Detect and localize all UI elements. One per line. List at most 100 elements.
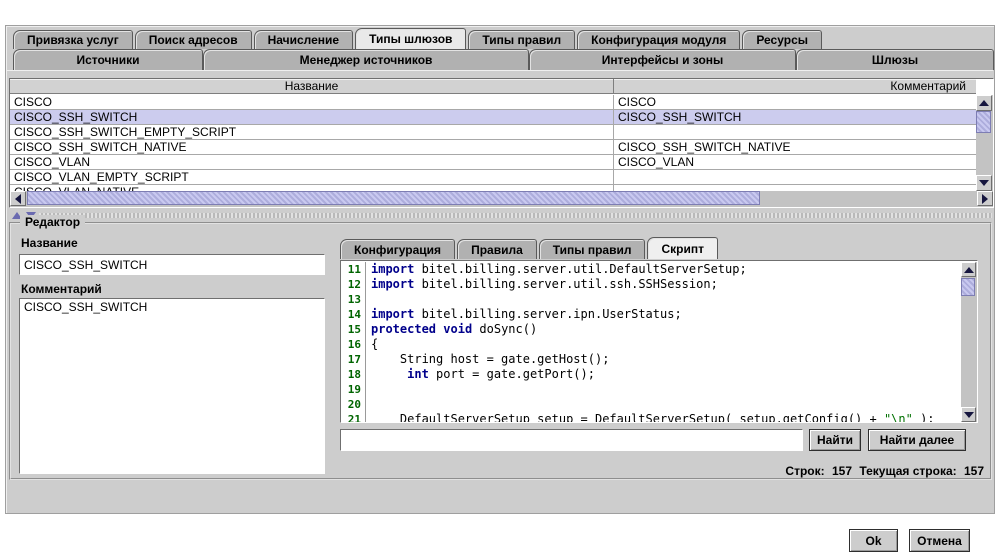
scroll-down-button[interactable] <box>976 175 992 191</box>
scroll-down-button[interactable] <box>961 407 976 422</box>
find-next-button[interactable]: Найти далее <box>868 429 966 451</box>
scroll-down-icon <box>979 180 989 186</box>
lines-count-value: 157 <box>832 464 852 478</box>
module-row1-tab-0[interactable]: Привязка услуг <box>13 30 133 49</box>
module-row2-tab-1[interactable]: Менеджер источников <box>203 49 529 70</box>
code-line-17: 17 String host = gate.getHost(); <box>341 352 960 367</box>
scroll-up-icon <box>979 100 989 106</box>
module-row2-tab-3[interactable]: Шлюзы <box>796 49 994 70</box>
split-pane-divider[interactable] <box>9 211 994 220</box>
scroll-up-button[interactable] <box>976 95 992 111</box>
line-number: 19 <box>341 382 366 397</box>
line-number: 15 <box>341 322 366 337</box>
module-row1-tab-2[interactable]: Начисление <box>254 30 354 49</box>
cell-comment: CISCO_SSH_SWITCH_NATIVE <box>614 140 976 154</box>
cell-name: CISCO_SSH_SWITCH_NATIVE <box>10 140 614 154</box>
line-number: 20 <box>341 397 366 412</box>
splitter-texture <box>39 213 992 218</box>
table-vertical-scrollbar[interactable] <box>976 95 993 191</box>
tab-content-area: Название Комментарий CISCOCISCOCISCO_SSH… <box>7 70 993 514</box>
cell-comment <box>614 125 976 139</box>
comment-textarea[interactable]: CISCO_SSH_SWITCH <box>19 298 325 474</box>
code-line-18: 18 int port = gate.getPort(); <box>341 367 960 382</box>
scrollbar-thumb[interactable] <box>961 278 975 296</box>
code-line-12: 12import bitel.billing.server.util.ssh.S… <box>341 277 960 292</box>
cell-comment <box>614 170 976 184</box>
cell-name: CISCO_VLAN_EMPTY_SCRIPT <box>10 170 614 184</box>
table-row-1[interactable]: CISCO_SSH_SWITCHCISCO_SSH_SWITCH <box>10 110 976 125</box>
lines-count-label: Строк: <box>785 464 824 478</box>
scrollbar-thumb[interactable] <box>27 191 760 205</box>
table-row-4[interactable]: CISCO_VLANCISCO_VLAN <box>10 155 976 170</box>
code-text: protected void doSync() <box>366 322 537 337</box>
module-row1-tab-4[interactable]: Типы правил <box>468 30 575 49</box>
cell-name: CISCO <box>10 95 614 109</box>
code-line-15: 15protected void doSync() <box>341 322 960 337</box>
module-row2-tab-0[interactable]: Источники <box>13 49 203 70</box>
table-header: Название Комментарий <box>10 79 976 94</box>
editor-group-title: Редактор <box>20 215 85 229</box>
editor-group-box: Редактор Название Комментарий CISCO_SSH_… <box>9 222 992 480</box>
editor-tab-0[interactable]: Конфигурация <box>340 239 455 259</box>
editor-tab-3[interactable]: Скрипт <box>647 237 718 259</box>
find-button[interactable]: Найти <box>809 429 861 451</box>
search-input[interactable] <box>340 429 803 451</box>
main-window-panel: Привязка услугПоиск адресовНачислениеТип… <box>5 25 995 514</box>
cell-comment: CISCO_SSH_SWITCH <box>614 110 976 124</box>
scroll-up-icon <box>964 267 974 273</box>
table-row-2[interactable]: CISCO_SSH_SWITCH_EMPTY_SCRIPT <box>10 125 976 140</box>
cancel-button[interactable]: Отмена <box>909 529 970 552</box>
module-row1-tab-6[interactable]: Ресурсы <box>742 30 822 49</box>
code-line-14: 14import bitel.billing.server.ipn.UserSt… <box>341 307 960 322</box>
gateway-types-table: Название Комментарий CISCOCISCOCISCO_SSH… <box>9 78 994 208</box>
column-header-comment[interactable]: Комментарий <box>614 79 976 93</box>
editor-tab-1[interactable]: Правила <box>457 239 537 259</box>
scroll-down-icon <box>964 412 974 418</box>
module-row2-tab-2[interactable]: Интерфейсы и зоны <box>529 49 796 70</box>
cell-comment: CISCO_VLAN <box>614 155 976 169</box>
script-code-editor[interactable]: 11import bitel.billing.server.util.Defau… <box>340 260 978 423</box>
code-text: String host = gate.getHost(); <box>366 352 609 367</box>
scroll-up-button[interactable] <box>961 262 976 277</box>
module-row1-tab-5[interactable]: Конфигурация модуля <box>577 30 740 49</box>
line-number: 14 <box>341 307 366 322</box>
code-text: DefaultServerSetup setup = DefaultServer… <box>366 412 935 422</box>
code-text: { <box>366 337 378 352</box>
code-line-16: 16{ <box>341 337 960 352</box>
scroll-left-button[interactable] <box>10 191 26 206</box>
code-text: int port = gate.getPort(); <box>366 367 595 382</box>
cell-name: CISCO_VLAN <box>10 155 614 169</box>
code-text <box>366 382 371 397</box>
line-number: 17 <box>341 352 366 367</box>
ok-button[interactable]: Ok <box>849 529 898 552</box>
table-row-3[interactable]: CISCO_SSH_SWITCH_NATIVECISCO_SSH_SWITCH_… <box>10 140 976 155</box>
module-row1-tab-3[interactable]: Типы шлюзов <box>355 28 466 49</box>
scrollbar-thumb[interactable] <box>976 111 991 133</box>
table-body: CISCOCISCOCISCO_SSH_SWITCHCISCO_SSH_SWIT… <box>10 95 976 191</box>
cell-comment: CISCO <box>614 95 976 109</box>
cell-name: CISCO_SSH_SWITCH <box>10 110 614 124</box>
cell-name: CISCO_SSH_SWITCH_EMPTY_SCRIPT <box>10 125 614 139</box>
table-row-0[interactable]: CISCOCISCO <box>10 95 976 110</box>
comment-field-label: Комментарий <box>21 282 102 296</box>
name-input[interactable] <box>19 254 325 275</box>
scroll-left-icon <box>15 194 21 204</box>
code-line-13: 13 <box>341 292 960 307</box>
code-line-20: 20 <box>341 397 960 412</box>
module-row1-tab-1[interactable]: Поиск адресов <box>135 30 252 49</box>
table-row-5[interactable]: CISCO_VLAN_EMPTY_SCRIPT <box>10 170 976 185</box>
column-header-name[interactable]: Название <box>10 79 614 93</box>
code-text <box>366 397 371 412</box>
line-number: 16 <box>341 337 366 352</box>
editor-tab-2[interactable]: Типы правил <box>539 239 646 259</box>
scroll-right-button[interactable] <box>977 191 993 206</box>
table-horizontal-scrollbar[interactable] <box>10 191 993 207</box>
code-line-21: 21 DefaultServerSetup setup = DefaultSer… <box>341 412 960 422</box>
code-vertical-scrollbar[interactable] <box>961 262 977 422</box>
line-number: 11 <box>341 262 366 277</box>
code-text: import bitel.billing.server.util.ssh.SSH… <box>366 277 718 292</box>
current-line-label: Текущая строка: <box>859 464 956 478</box>
module-tab-bar-row2: ИсточникиМенеджер источниковИнтерфейсы и… <box>13 49 994 70</box>
line-number: 18 <box>341 367 366 382</box>
code-text: import bitel.billing.server.util.Default… <box>366 262 747 277</box>
